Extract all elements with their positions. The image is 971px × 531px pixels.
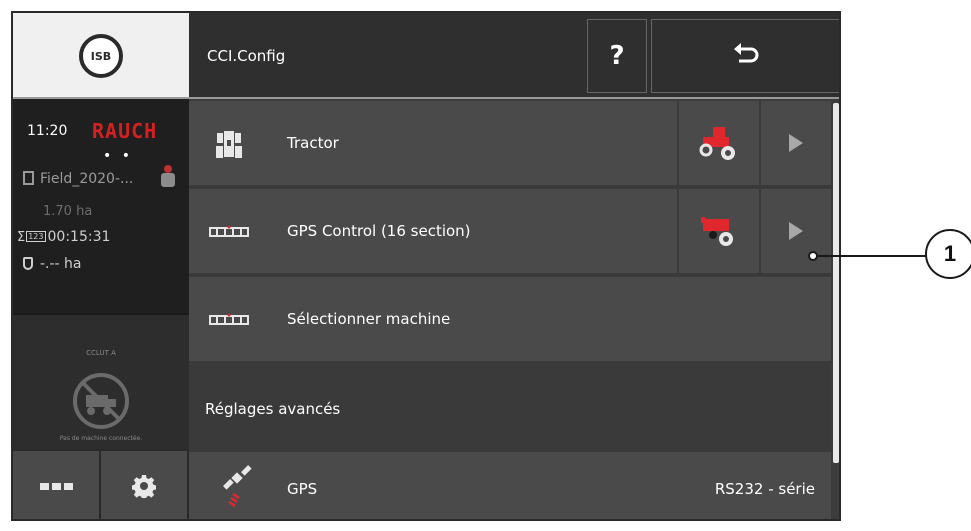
spread-icon	[23, 257, 33, 270]
help-button[interactable]: ?	[587, 19, 647, 93]
title-bar: CCI.Config ?	[189, 13, 839, 99]
menu-icon	[39, 482, 73, 490]
no-machine-text: Pas de machine connectée.	[59, 435, 143, 442]
machine-settings-icon	[701, 217, 733, 246]
page-title: CCI.Config	[207, 47, 286, 65]
back-arrow-icon	[734, 43, 759, 63]
machine-code: CCLUT A	[86, 349, 116, 357]
callout-dot	[808, 251, 818, 261]
section-header-advanced: Réglages avancés	[189, 365, 831, 452]
isb-icon: ISB	[79, 34, 123, 78]
isb-button[interactable]: ISB	[13, 13, 189, 99]
list-item-gps-control[interactable]: GPS Control (16 section)	[189, 189, 831, 276]
list-item-gps[interactable]: GPS RS232 - série	[189, 452, 831, 519]
menu-button[interactable]	[13, 451, 101, 519]
callout-number: 1	[925, 229, 971, 279]
tractor-settings-button[interactable]	[677, 101, 759, 185]
help-icon: ?	[609, 41, 625, 71]
list-item-label: GPS Control (16 section)	[287, 222, 471, 240]
sigma-icon: Σ	[17, 230, 26, 245]
settings-button[interactable]	[101, 451, 189, 519]
duration-counter: Σ 123 00:15:31	[17, 229, 110, 245]
gps-value: RS232 - série	[714, 480, 815, 498]
counter-tag-icon: 123	[26, 231, 46, 242]
list-item-label: Tractor	[287, 134, 339, 152]
clock-time: 11:20	[27, 123, 68, 139]
list-item-label: Sélectionner machine	[287, 310, 451, 328]
list-item-tractor[interactable]: Tractor	[189, 101, 831, 188]
terminal-screen: ISB 11:20 RAUCH • • Field_2020-... 1.70 …	[11, 11, 841, 521]
back-button[interactable]	[651, 19, 839, 93]
page-dots: • •	[103, 148, 133, 164]
gps-label: GPS	[287, 480, 318, 498]
operator-icon	[161, 165, 175, 187]
left-panel: ISB 11:20 RAUCH • • Field_2020-... 1.70 …	[13, 13, 189, 519]
section-header-label: Réglages avancés	[205, 400, 341, 418]
hectare-value: -.-- ha	[40, 256, 82, 272]
machine-panel[interactable]: CCLUT A Pas de machine connectée.	[13, 313, 189, 449]
document-icon	[23, 171, 34, 185]
tractor-settings-icon	[699, 127, 735, 160]
machine-settings-button[interactable]	[677, 189, 759, 273]
duration-value: 00:15:31	[47, 229, 111, 245]
no-machine-icon	[73, 373, 129, 429]
field-area: 1.70 ha	[43, 204, 93, 219]
chevron-right-icon	[789, 134, 803, 152]
bottom-toolbar	[13, 449, 189, 519]
hectare-counter: -.-- ha	[23, 256, 82, 272]
field-name: Field_2020-...	[23, 171, 133, 187]
callout-line	[812, 255, 930, 257]
settings-list: Tractor GPS Control (16 section) Sélecti…	[189, 101, 831, 519]
status-panel[interactable]: 11:20 RAUCH • • Field_2020-... 1.70 ha Σ…	[13, 99, 189, 313]
chevron-right-icon	[789, 222, 803, 240]
boom-icon	[205, 215, 253, 249]
tractor-arrow-button[interactable]	[759, 101, 831, 185]
field-label: Field_2020-...	[40, 171, 134, 187]
brand-logo: RAUCH	[92, 119, 158, 143]
tractor-top-icon	[205, 127, 253, 161]
gps-control-arrow-button[interactable]	[759, 189, 831, 273]
gps-satellite-icon	[223, 465, 252, 508]
gear-icon	[132, 475, 156, 498]
list-item-select-machine[interactable]: Sélectionner machine	[189, 277, 831, 364]
boom-icon	[205, 303, 253, 337]
scrollbar[interactable]	[833, 103, 839, 463]
